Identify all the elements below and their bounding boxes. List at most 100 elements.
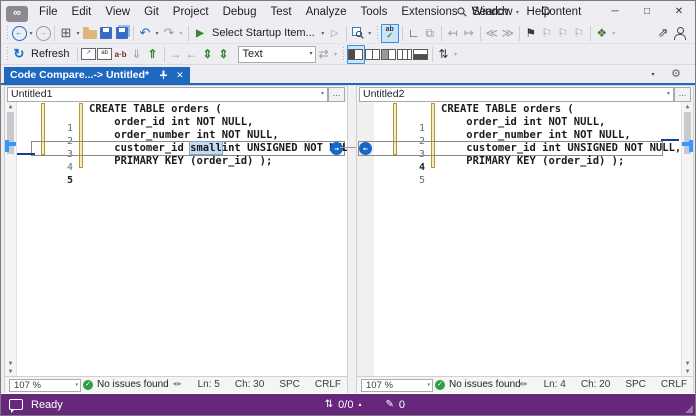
send-feedback-button[interactable]: ⇗ — [655, 25, 671, 42]
menu-view[interactable]: View — [98, 1, 137, 23]
scroll-down-icon[interactable]: ▼ — [5, 368, 16, 376]
menu-tools[interactable]: Tools — [353, 1, 394, 23]
health-check-icon[interactable]: ✓ — [435, 380, 445, 390]
tab-list-caret-icon[interactable]: ▾ — [649, 71, 657, 78]
code-line[interactable]: 1 CREATE TABLE orders ( — [5, 103, 335, 134]
left-zoom-combobox[interactable]: 107 % ▾ — [9, 379, 81, 392]
code-line[interactable]: 5 PRIMARY KEY (order_id) ); — [357, 155, 681, 186]
refresh-icon[interactable]: ↻ — [11, 46, 27, 63]
save-button[interactable] — [98, 25, 114, 42]
open-file-button[interactable] — [82, 25, 98, 42]
menu-analyze[interactable]: Analyze — [299, 1, 354, 23]
navigate-back-button[interactable]: ← — [11, 25, 27, 42]
expand-all-button[interactable]: ⇕ — [200, 46, 216, 63]
right-zoom-combobox[interactable]: 107 % ▾ — [361, 379, 433, 392]
toolbar-grip[interactable] — [7, 47, 8, 61]
sync-scrolling-button[interactable]: ⇄ — [316, 46, 332, 63]
resize-grip[interactable] — [685, 405, 693, 413]
code-cleanup-caret-icon[interactable]: ▾ — [610, 30, 618, 37]
undo-button[interactable]: ↶ — [137, 25, 153, 42]
left-code-editor[interactable]: ▲ ▼ ▼ 1 CREATE TABLE orders ( 2 order_id… — [5, 102, 347, 377]
clear-bookmarks-button[interactable]: ⚐ — [571, 25, 587, 42]
navigate-forward-button[interactable]: → — [35, 25, 51, 42]
left-char-indicator[interactable]: Ch: 30 — [235, 379, 264, 390]
right-issues-label[interactable]: No issues found — [449, 379, 521, 390]
start-without-debugging-button[interactable]: ▷ — [327, 25, 343, 42]
left-browse-button[interactable]: … — [328, 87, 345, 102]
tab-close-icon[interactable]: ✕ — [176, 70, 184, 81]
redo-button[interactable]: ↷ — [161, 25, 177, 42]
refresh-button-label[interactable]: Refresh — [27, 48, 74, 60]
pending-edits-pencil-icon[interactable]: ✎ — [385, 399, 393, 410]
navigate-next-change-button[interactable]: ↦ — [461, 25, 477, 42]
menu-edit[interactable]: Edit — [65, 1, 99, 23]
pane-nav-arrows-icon[interactable]: ◂▸ — [519, 379, 529, 390]
start-debugging-icon[interactable]: ▶ — [192, 25, 208, 42]
undo-caret-icon[interactable]: ▾ — [153, 30, 161, 37]
menu-extensions[interactable]: Extensions — [394, 1, 464, 23]
layout-left-emphasis-button[interactable] — [381, 46, 397, 63]
toggle-bookmark-button[interactable]: ⚑ — [523, 25, 539, 42]
window-options-gear-icon[interactable]: ⚙ — [671, 67, 681, 80]
health-check-icon[interactable]: ✓ — [83, 380, 93, 390]
prev-difference-button[interactable]: ⇑ — [145, 46, 161, 63]
layout-three-way-button[interactable] — [397, 46, 413, 63]
compare-mode-combobox[interactable]: Text ▾ — [237, 45, 316, 63]
shift-left-button[interactable]: ≪ — [484, 25, 500, 42]
save-all-button[interactable] — [114, 25, 130, 42]
navigate-back-caret-icon[interactable]: ▾ — [27, 30, 35, 37]
spell-check-toggle[interactable]: ab ✓ — [380, 23, 399, 43]
left-issues-label[interactable]: No issues found — [97, 379, 169, 390]
layout-horizontal-button[interactable] — [413, 46, 429, 63]
code-cleanup-button[interactable]: ❖ — [594, 25, 610, 42]
ignore-case-button[interactable]: a·b — [113, 46, 129, 63]
tab-code-compare[interactable]: Code Compare...-> Untitled* ✕ — [4, 67, 190, 83]
layout-vertical-split-button[interactable] — [365, 46, 381, 63]
new-project-caret-icon[interactable]: ▾ — [74, 30, 82, 37]
menu-file[interactable]: File — [32, 1, 65, 23]
find-caret-icon[interactable]: ▾ — [366, 30, 374, 37]
pane-nav-arrows-icon[interactable]: ◂▸ — [173, 379, 183, 390]
copy-format-button[interactable]: ⧉ — [422, 25, 438, 42]
left-space-indicator[interactable]: SPC — [279, 379, 300, 390]
code-line-diff[interactable]: 4 customer_id smallint UNSIGNED NOT NULL… — [5, 141, 347, 173]
redo-caret-icon[interactable]: ▾ — [177, 30, 185, 37]
edit-count[interactable]: 0 — [399, 399, 405, 411]
copy-to-left-button[interactable]: ← — [184, 46, 200, 63]
menu-project[interactable]: Project — [166, 1, 216, 23]
merge-caret-icon[interactable]: ▾ — [452, 51, 460, 58]
right-code-editor[interactable]: 1 CREATE TABLE orders ( 2 order_id int N… — [357, 102, 693, 377]
startup-item-label[interactable]: Select Startup Item... — [208, 27, 319, 39]
left-file-combobox[interactable]: Untitled1 ▾ — [7, 87, 328, 102]
collapse-all-button[interactable]: ⇕ — [216, 46, 232, 63]
search-box[interactable]: Search ▾ — [457, 1, 521, 23]
fit-view-button[interactable]: ↗ — [81, 46, 97, 63]
toolbar-grip[interactable] — [342, 47, 344, 61]
account-button[interactable] — [671, 25, 687, 42]
scroll-down-icon[interactable]: ▼ — [682, 360, 693, 368]
close-button[interactable]: ✕ — [663, 1, 695, 23]
find-text-button[interactable]: ab — [97, 46, 113, 63]
scroll-up-icon[interactable]: ▲ — [682, 103, 693, 111]
menu-debug[interactable]: Debug — [216, 1, 264, 23]
startup-item-caret-icon[interactable]: ▾ — [319, 30, 327, 37]
code-line-diff[interactable]: 4 customer_id int UNSIGNED NOT NULL, — [357, 142, 681, 173]
prev-bookmark-button[interactable]: ⚐ — [539, 25, 555, 42]
right-line-indicator[interactable]: Ln: 4 — [544, 379, 566, 390]
new-project-button[interactable]: ⊞ — [58, 25, 74, 42]
scroll-down-icon[interactable]: ▼ — [5, 360, 16, 368]
right-browse-button[interactable]: … — [674, 87, 691, 102]
ruler-button[interactable]: ∟ — [406, 25, 422, 42]
diff-count-caret-icon[interactable]: ▴ — [358, 401, 361, 408]
diff-count[interactable]: 0/0 — [338, 399, 353, 411]
next-difference-button[interactable]: ⇓ — [129, 46, 145, 63]
code-line[interactable]: 2 order_id int NOT NULL, — [357, 116, 681, 147]
copy-to-left-merge-button[interactable]: ← — [359, 142, 372, 155]
shift-right-button[interactable]: ≫ — [500, 25, 516, 42]
menu-test[interactable]: Test — [263, 1, 298, 23]
navigate-prev-change-button[interactable]: ↤ — [445, 25, 461, 42]
pin-icon[interactable] — [159, 70, 168, 80]
code-line[interactable]: 1 CREATE TABLE orders ( — [357, 103, 681, 134]
code-line[interactable]: 5 PRIMARY KEY (order_id) ); — [5, 155, 335, 186]
menu-git[interactable]: Git — [137, 1, 166, 23]
